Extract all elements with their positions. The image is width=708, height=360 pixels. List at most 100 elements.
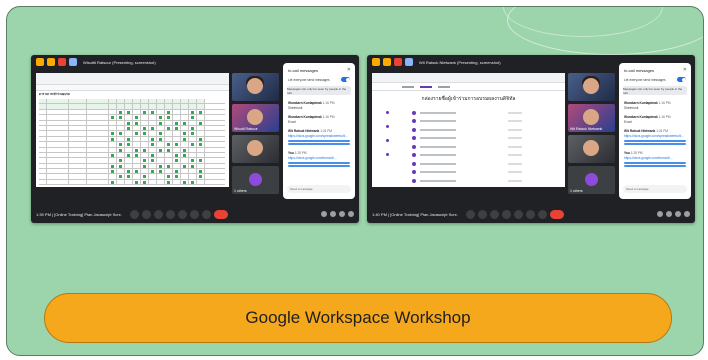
sheet-cell xyxy=(117,109,125,115)
more-options-icon[interactable] xyxy=(202,209,211,219)
tab-responses[interactable] xyxy=(420,85,432,88)
sheet-cell xyxy=(39,109,47,115)
sheet-cell xyxy=(173,109,181,115)
meet-screenshot-sheet: Wisutiti Ratsour (Presenting, screenshot… xyxy=(31,55,359,223)
tab-settings[interactable] xyxy=(438,85,450,88)
sheet-cell xyxy=(39,152,47,158)
participant-tile[interactable] xyxy=(568,73,615,101)
respondent-avatar xyxy=(412,110,416,115)
info-icon[interactable] xyxy=(321,211,327,217)
workshop-title-button[interactable]: Google Workspace Workshop xyxy=(44,293,672,343)
chat-icon[interactable] xyxy=(675,211,681,217)
message-link[interactable]: https://docs.google.com/spreadsheets/d/.… xyxy=(624,134,686,138)
browser-chrome xyxy=(36,73,229,85)
camera-icon[interactable] xyxy=(142,209,151,219)
message-link[interactable]: https://docs.google.com/spreadsheets/d/.… xyxy=(288,134,350,138)
sheet-cell xyxy=(39,125,47,131)
sheet-cell xyxy=(149,125,157,131)
participant-tile[interactable] xyxy=(232,73,279,101)
sheet-cell xyxy=(181,125,189,131)
captions-icon[interactable] xyxy=(154,209,163,219)
stop-presenting-icon[interactable] xyxy=(58,58,66,66)
present-icon[interactable] xyxy=(514,209,523,219)
send-message-input[interactable]: Send a message xyxy=(623,185,687,193)
sheet-cell xyxy=(157,158,165,163)
message-link[interactable]: https://docs.google.com/forms/d/... xyxy=(288,156,350,160)
meet-bottom-bar: 1:39 PM | [Online Training] Plan Javascr… xyxy=(31,205,359,223)
info-icon[interactable] xyxy=(657,211,663,217)
tab-questions[interactable] xyxy=(402,85,414,88)
participant-tile-others[interactable]: 1 others xyxy=(568,166,615,194)
toggle-label: Let everyone send messages xyxy=(288,77,330,82)
participant-face xyxy=(247,78,263,94)
sheet-cell xyxy=(117,158,125,163)
mic-icon[interactable] xyxy=(130,209,139,219)
people-icon[interactable] xyxy=(666,211,672,217)
sheet-cell xyxy=(189,109,197,115)
sheet-cell xyxy=(197,125,205,131)
sheet-cell xyxy=(47,109,69,115)
sheet-cell xyxy=(69,179,87,185)
chat-toggle[interactable] xyxy=(341,77,350,82)
people-icon[interactable] xyxy=(330,211,336,217)
sheet-cell xyxy=(133,169,141,174)
raise-hand-icon[interactable] xyxy=(526,209,535,219)
raise-hand-icon[interactable] xyxy=(190,209,199,219)
sheet-cell xyxy=(149,152,157,158)
participant-tile[interactable] xyxy=(232,135,279,163)
sheet-cell xyxy=(189,158,197,163)
sheet-cell xyxy=(125,109,133,115)
sheet-cell xyxy=(197,174,205,179)
emoji-icon[interactable] xyxy=(166,209,175,219)
sheet-cell xyxy=(109,158,117,163)
activities-icon[interactable] xyxy=(684,211,690,217)
captions-icon[interactable] xyxy=(490,209,499,219)
sheet-cell xyxy=(133,147,141,152)
sheet-cell xyxy=(165,158,173,163)
send-message-input[interactable]: Send a message xyxy=(287,185,351,193)
sheet-cell xyxy=(173,115,181,120)
sheet-cell xyxy=(149,158,157,163)
sheet-cell xyxy=(165,109,173,115)
mic-icon[interactable] xyxy=(466,209,475,219)
sheet-cell xyxy=(157,120,165,125)
chat-message: You 1:28 PM https://docs.google.com/form… xyxy=(288,151,350,167)
stop-presenting-icon[interactable] xyxy=(394,58,402,66)
participant-tile-others[interactable]: 1 others xyxy=(232,166,279,194)
sheet-cell xyxy=(87,115,109,120)
sheet-cell xyxy=(173,120,181,125)
activities-icon[interactable] xyxy=(348,211,354,217)
present-icon[interactable] xyxy=(178,209,187,219)
emoji-icon[interactable] xyxy=(502,209,511,219)
participant-tile[interactable]: Wit Ratsuk Nietwank xyxy=(568,104,615,132)
sheet-cell xyxy=(157,115,165,120)
participant-tile[interactable] xyxy=(568,135,615,163)
end-call-button[interactable] xyxy=(214,209,228,219)
sheet-cell xyxy=(117,147,125,152)
sheet-cell xyxy=(125,125,133,131)
sheet-cell xyxy=(141,99,149,104)
sheet-cell xyxy=(133,136,141,142)
sheet-cell xyxy=(189,104,197,109)
sheet-cell xyxy=(181,179,189,185)
sheet-cell xyxy=(165,152,173,158)
end-call-button[interactable] xyxy=(550,209,564,219)
chat-icon[interactable] xyxy=(339,211,345,217)
close-icon[interactable]: ✕ xyxy=(347,67,351,73)
message-link[interactable]: https://docs.google.com/forms/d/... xyxy=(624,156,686,160)
sheet-cell xyxy=(141,169,149,174)
more-options-icon[interactable] xyxy=(538,209,547,219)
participant-tile[interactable]: Wisutti Ratsour xyxy=(232,104,279,132)
response-text-line xyxy=(420,111,456,114)
sheet-cell xyxy=(165,179,173,185)
sheet-cell xyxy=(141,131,149,136)
response-row xyxy=(412,126,522,133)
close-icon[interactable]: ✕ xyxy=(683,67,687,73)
message-text: Sheet/unit xyxy=(624,106,639,110)
camera-icon[interactable] xyxy=(478,209,487,219)
status-dot xyxy=(386,111,389,114)
chat-toggle[interactable] xyxy=(677,77,686,82)
sheet-cell xyxy=(173,158,181,163)
response-text-line xyxy=(420,154,456,156)
sheet-cell xyxy=(47,136,69,142)
